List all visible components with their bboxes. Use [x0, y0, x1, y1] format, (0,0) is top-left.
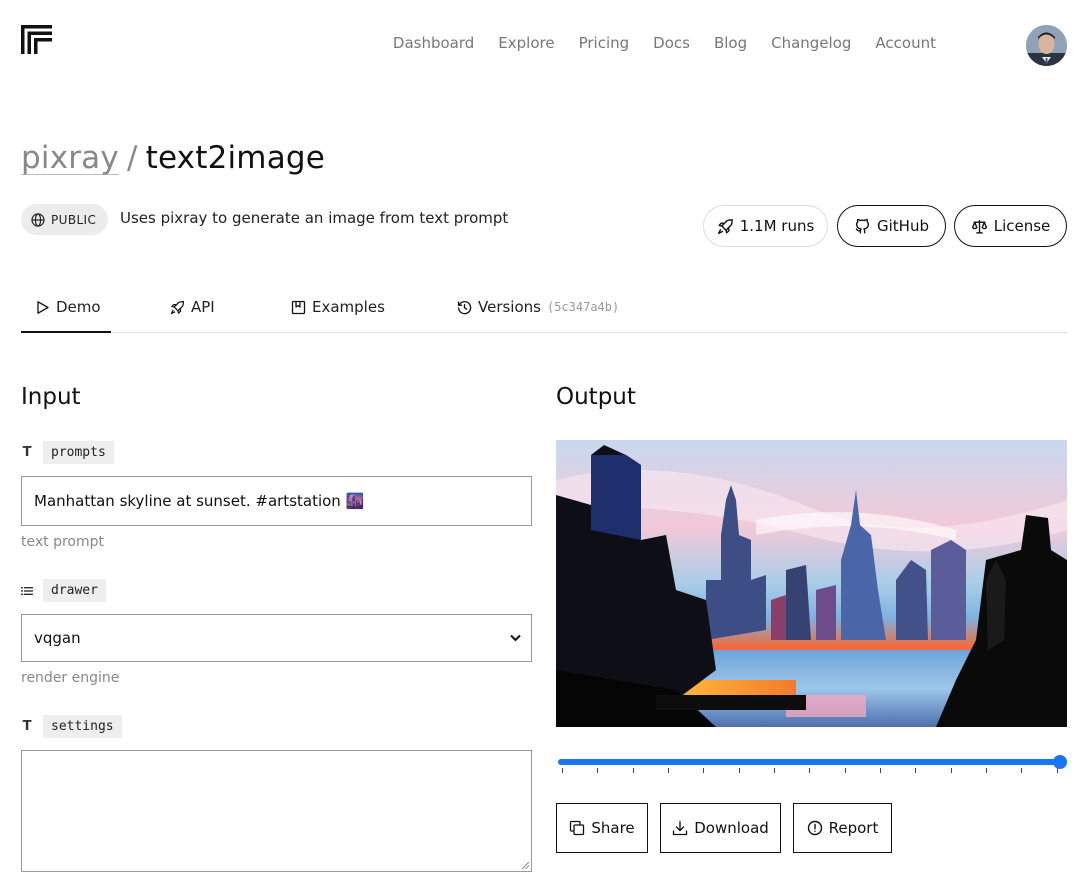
model-name: text2image: [145, 140, 326, 176]
prompts-name: prompts: [43, 441, 114, 464]
copy-icon: [570, 820, 585, 836]
share-label: Share: [591, 819, 635, 837]
model-owner-link[interactable]: pixray: [21, 140, 119, 176]
version-hash: (5c347a4b): [546, 300, 620, 314]
nav-pricing[interactable]: Pricing: [579, 34, 630, 52]
rocket-icon: [170, 300, 185, 315]
runs-count: 1.1M runs: [739, 217, 815, 235]
tab-examples-label: Examples: [312, 298, 385, 316]
share-button[interactable]: Share: [556, 803, 648, 853]
drawer-name: drawer: [43, 579, 106, 602]
nav-changelog[interactable]: Changelog: [771, 34, 851, 52]
settings-field-label: T settings: [21, 715, 122, 738]
tab-api[interactable]: API: [170, 290, 215, 333]
nav-dashboard[interactable]: Dashboard: [393, 34, 474, 52]
title-separator: /: [126, 140, 138, 176]
license-label: License: [993, 217, 1051, 235]
bookmark-icon: [291, 300, 306, 315]
nav-account[interactable]: Account: [875, 34, 936, 52]
tab-versions[interactable]: Versions (5c347a4b): [457, 290, 619, 333]
prompts-help: text prompt: [21, 534, 104, 550]
tab-demo[interactable]: Demo: [21, 290, 111, 333]
slider-track: [558, 759, 1061, 765]
visibility-badge: PUBLIC: [21, 204, 109, 235]
license-button[interactable]: License: [954, 205, 1067, 247]
github-label: GitHub: [877, 217, 929, 235]
globe-icon: [31, 212, 45, 227]
chevron-down-icon: [510, 634, 521, 642]
top-nav: Dashboard Explore Pricing Docs Blog Chan…: [393, 34, 936, 52]
report-button[interactable]: Report: [793, 803, 892, 853]
prompts-input[interactable]: Manhattan skyline at sunset. #artstation…: [21, 476, 532, 526]
drawer-help: render engine: [21, 670, 120, 686]
settings-textarea[interactable]: [21, 750, 532, 872]
scale-icon: [971, 219, 987, 234]
tab-examples[interactable]: Examples: [291, 290, 385, 333]
download-icon: [673, 820, 688, 836]
output-progress-slider[interactable]: [556, 754, 1067, 774]
nav-explore[interactable]: Explore: [498, 34, 554, 52]
slider-ticks: [562, 768, 1058, 774]
rocket-icon: [717, 218, 733, 234]
drawer-select[interactable]: vqgan: [21, 614, 532, 662]
github-icon: [855, 218, 870, 233]
list-icon: [21, 586, 33, 595]
nav-docs[interactable]: Docs: [653, 34, 690, 52]
page-title: pixray / text2image: [21, 140, 325, 176]
model-description: Uses pixray to generate an image from te…: [120, 209, 509, 227]
input-heading: Input: [21, 384, 81, 410]
model-tabs: Demo API Examples Versions (5c347a4b): [21, 290, 1067, 333]
output-heading: Output: [556, 384, 636, 410]
nav-blog[interactable]: Blog: [714, 34, 747, 52]
history-icon: [457, 301, 472, 315]
download-label: Download: [694, 819, 769, 837]
tab-demo-label: Demo: [56, 298, 101, 316]
visibility-label: PUBLIC: [51, 212, 97, 227]
github-button[interactable]: GitHub: [837, 205, 946, 247]
text-type-icon: T: [22, 719, 32, 734]
settings-name: settings: [43, 715, 122, 738]
avatar[interactable]: [1026, 25, 1067, 66]
prompts-value: Manhattan skyline at sunset. #artstation…: [34, 492, 365, 510]
download-button[interactable]: Download: [660, 803, 781, 853]
drawer-value: vqgan: [34, 629, 81, 647]
output-image: [556, 440, 1067, 727]
text-type-icon: T: [22, 445, 32, 460]
prompts-field-label: T prompts: [21, 441, 114, 464]
report-label: Report: [828, 819, 879, 837]
slider-thumb[interactable]: [1053, 755, 1067, 769]
play-icon: [37, 301, 49, 314]
alert-circle-icon: [807, 820, 822, 836]
drawer-field-label: drawer: [21, 579, 106, 602]
resize-grip-icon[interactable]: [521, 861, 529, 869]
tab-api-label: API: [191, 298, 215, 316]
runs-button[interactable]: 1.1M runs: [703, 205, 828, 247]
tab-versions-label: Versions: [478, 298, 541, 316]
replicate-logo-icon[interactable]: [21, 25, 52, 54]
